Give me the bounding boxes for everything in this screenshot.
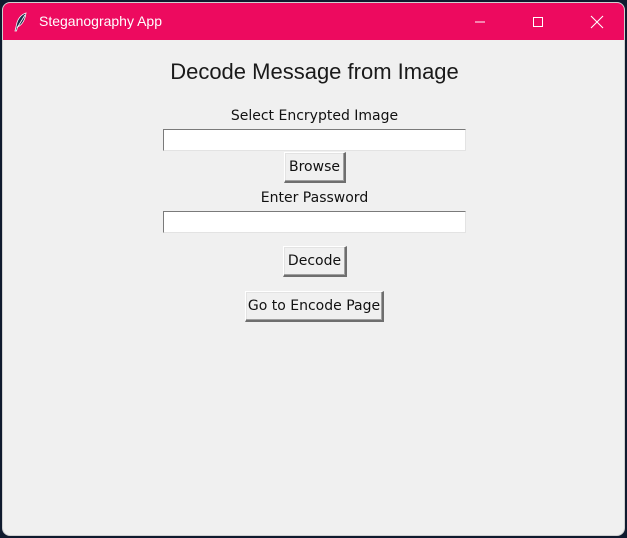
decode-page: Decode Message from Image Select Encrypt… (3, 40, 624, 535)
close-icon (590, 15, 604, 28)
minimize-button[interactable] (451, 3, 509, 40)
feather-icon (14, 12, 28, 32)
maximize-icon (533, 16, 543, 27)
image-field-label: Select Encrypted Image (230, 108, 399, 124)
password-field-label: Enter Password (260, 190, 369, 206)
browse-button[interactable]: Browse (284, 152, 346, 183)
go-to-encode-page-button[interactable]: Go to Encode Page (245, 291, 384, 322)
decode-button[interactable]: Decode (283, 246, 347, 277)
password-input[interactable] (163, 211, 466, 233)
maximize-button[interactable] (509, 3, 567, 40)
minimize-icon (475, 21, 485, 22)
page-title: Decode Message from Image (170, 59, 459, 84)
image-path-input[interactable] (163, 129, 466, 151)
window-title: Steganography App (39, 13, 162, 29)
app-window: Steganography App Decode Message from Im… (2, 2, 625, 536)
title-bar[interactable]: Steganography App (3, 3, 624, 40)
close-button[interactable] (568, 3, 624, 40)
